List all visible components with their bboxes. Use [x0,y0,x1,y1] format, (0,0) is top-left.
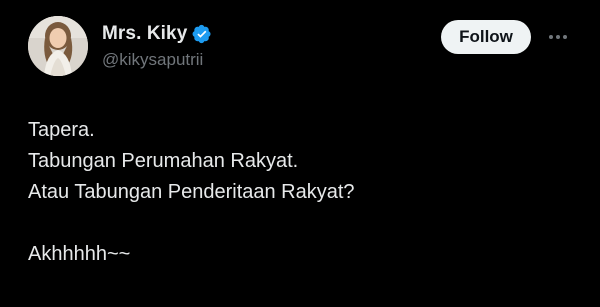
author-handle[interactable]: @kikysaputrii [102,50,212,70]
follow-button[interactable]: Follow [441,20,531,54]
tweet-line: Tapera. [28,119,95,141]
avatar-photo-icon [28,16,88,76]
tweet-line: Akhhhhh~~ [28,243,131,265]
tweet-card: Mrs. Kiky @kikysaputrii Follow Tapera. T… [0,0,600,307]
verified-badge-icon[interactable] [192,24,212,44]
tweet-text: Tapera. Tabungan Perumahan Rakyat. Atau … [28,115,568,270]
tweet-line: Atau Tabungan Penderitaan Rakyat? [28,181,355,203]
avatar[interactable] [28,16,88,76]
display-name[interactable]: Mrs. Kiky [102,23,187,45]
name-row: Mrs. Kiky [102,22,212,46]
author-identity: Mrs. Kiky @kikysaputrii [102,22,212,70]
tweet-line: Tabungan Perumahan Rakyat. [28,150,299,172]
ellipsis-horizontal-icon[interactable] [546,27,570,47]
